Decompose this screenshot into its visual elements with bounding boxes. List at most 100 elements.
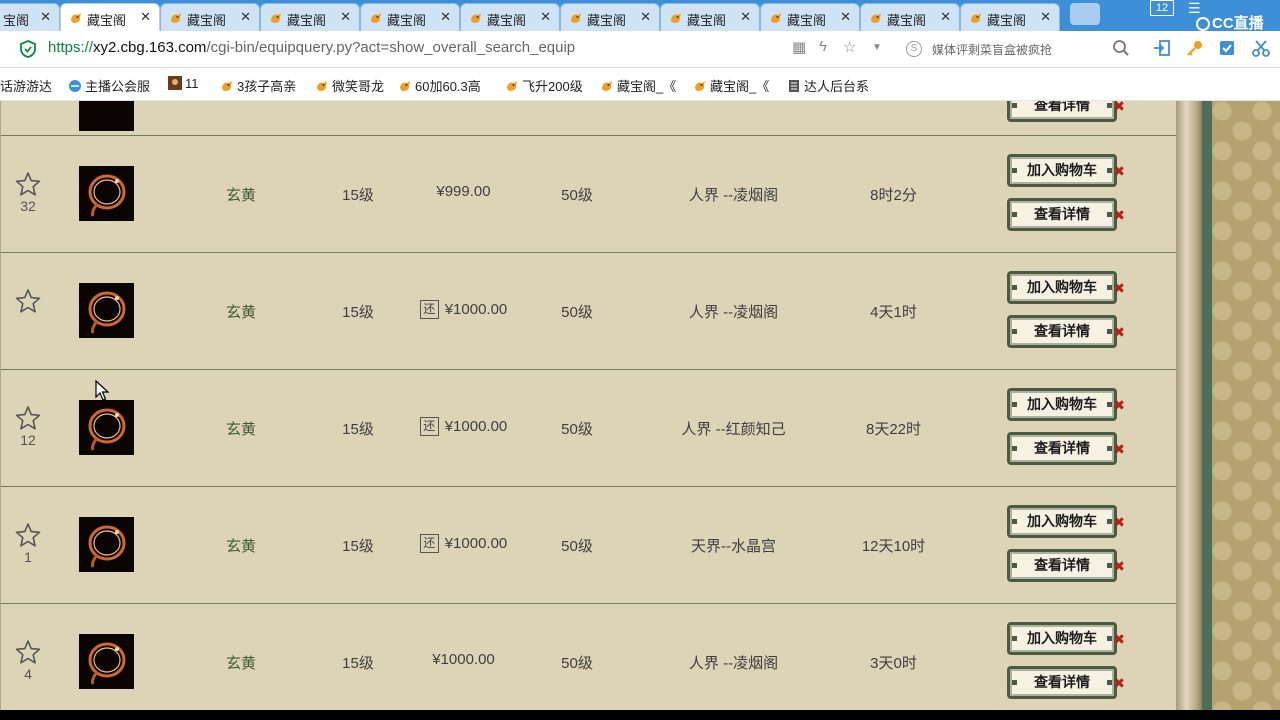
equipment-thumbnail[interactable] bbox=[79, 400, 134, 455]
ring-equipment-icon bbox=[88, 525, 126, 568]
bookmark-item[interactable]: 60加60.3高 bbox=[398, 76, 481, 95]
qr-code-icon[interactable]: ▦ bbox=[792, 38, 806, 56]
login-icon[interactable] bbox=[1153, 39, 1171, 57]
bookmark-item[interactable]: 主播公会服 bbox=[68, 76, 150, 95]
close-icon[interactable]: ✕ bbox=[340, 9, 351, 25]
tab-3[interactable]: 藏宝阁 ✕ bbox=[260, 3, 360, 31]
frame-pattern bbox=[1212, 101, 1280, 720]
new-tab-button[interactable] bbox=[1070, 3, 1100, 25]
close-icon[interactable]: ✕ bbox=[240, 9, 251, 25]
key-icon[interactable] bbox=[1186, 39, 1204, 57]
view-detail-button[interactable]: 查看详情 ✖ bbox=[1007, 315, 1125, 348]
bookmark-item[interactable]: 藏宝阁_《 bbox=[600, 76, 676, 95]
view-detail-label: 查看详情 bbox=[1034, 206, 1090, 222]
frame-band bbox=[1202, 101, 1212, 720]
equip-name[interactable]: 玄黄 bbox=[201, 535, 281, 556]
tab-favicon-icon bbox=[971, 13, 981, 23]
equipment-thumbnail[interactable] bbox=[79, 166, 134, 221]
bookmark-item[interactable]: 话游游达 bbox=[0, 76, 52, 95]
tab-4[interactable]: 藏宝阁 ✕ bbox=[360, 3, 460, 31]
tab-label: 藏宝阁 bbox=[487, 13, 527, 28]
tab-2[interactable]: 藏宝阁 ✕ bbox=[160, 3, 260, 31]
search-box[interactable]: S 媒体评剩菜盲盒被疯抢 bbox=[898, 36, 1140, 62]
close-icon[interactable]: ✕ bbox=[740, 9, 751, 25]
view-detail-button[interactable]: 查看详情 ✖ bbox=[1007, 432, 1125, 465]
view-detail-button[interactable]: 查看详情 ✖ bbox=[1007, 666, 1125, 699]
favorite-star-icon[interactable] bbox=[15, 288, 41, 314]
lightning-icon[interactable]: ϟ bbox=[819, 38, 827, 55]
url-field[interactable]: https://xy2.cbg.163.com/cgi-bin/equipque… bbox=[48, 39, 575, 56]
view-detail-button-partial[interactable]: 查看详情 ✖ bbox=[1007, 101, 1125, 122]
price-cell: ¥1000.00 bbox=[401, 651, 526, 668]
equipment-thumbnail[interactable] bbox=[79, 283, 134, 338]
tab-6[interactable]: 藏宝阁 ✕ bbox=[560, 3, 660, 31]
add-to-cart-button[interactable]: 加入购物车 ✖ bbox=[1007, 154, 1125, 187]
favorite-star-icon[interactable] bbox=[15, 639, 41, 665]
favorite-star-icon[interactable] bbox=[15, 522, 41, 548]
red-tassel-icon: ✖ bbox=[1113, 280, 1125, 296]
search-icon[interactable] bbox=[1112, 39, 1130, 57]
star-bookmark-icon[interactable]: ☆ bbox=[843, 38, 856, 56]
search-engine-icon[interactable]: S bbox=[906, 41, 922, 57]
cc-logo-text: CC直播 bbox=[1212, 15, 1264, 31]
tab-8[interactable]: 藏宝阁 ✕ bbox=[760, 3, 860, 31]
table-row: 12 玄黄 15级还 ¥1000.00 50级 人界 --红颜知己 8天22时 加入购物车 ✖ 查… bbox=[1, 369, 1177, 487]
equip-name[interactable]: 玄黄 bbox=[201, 184, 281, 205]
ring-equipment-icon bbox=[88, 408, 126, 451]
return-badge: 还 bbox=[419, 300, 439, 319]
equip-name[interactable]: 玄黄 bbox=[201, 418, 281, 439]
close-icon[interactable]: ✕ bbox=[640, 9, 651, 25]
tab-count-badge[interactable]: 12 bbox=[1150, 0, 1174, 16]
add-to-cart-button[interactable]: 加入购物车 ✖ bbox=[1007, 388, 1125, 421]
bookmark-item[interactable]: 飞升200级 bbox=[505, 76, 583, 95]
bookmark-item[interactable]: 微笑哥龙 bbox=[315, 76, 384, 95]
favorite-star-icon[interactable] bbox=[15, 171, 41, 197]
red-tassel-icon: ✖ bbox=[1113, 631, 1125, 647]
tab-9[interactable]: 藏宝阁 ✕ bbox=[860, 3, 960, 31]
ring-equipment-icon bbox=[88, 174, 126, 217]
view-detail-button[interactable]: 查看详情 ✖ bbox=[1007, 198, 1125, 231]
equip-level: 15级 bbox=[342, 187, 374, 204]
view-detail-label: 查看详情 bbox=[1034, 440, 1090, 456]
close-icon[interactable]: ✕ bbox=[140, 9, 151, 25]
tab-1[interactable]: 藏宝阁 ✕ bbox=[60, 3, 160, 31]
favorite-star-icon[interactable] bbox=[15, 405, 41, 431]
browser-globe-icon bbox=[69, 80, 81, 92]
tab-10[interactable]: 藏宝阁 ✕ bbox=[960, 3, 1060, 31]
price-value: ¥999.00 bbox=[436, 183, 491, 200]
tab-5[interactable]: 藏宝阁 ✕ bbox=[460, 3, 560, 31]
bookmark-item[interactable]: 达人后台系 bbox=[787, 76, 869, 95]
add-to-cart-button[interactable]: 加入购物车 ✖ bbox=[1007, 271, 1125, 304]
price-cell: 还 ¥1000.00 bbox=[401, 300, 526, 319]
view-detail-button[interactable]: 查看详情 ✖ bbox=[1007, 549, 1125, 582]
seller-grade: 50级 bbox=[561, 655, 593, 672]
tab-7[interactable]: 藏宝阁 ✕ bbox=[660, 3, 760, 31]
tab-label: 藏宝阁 bbox=[87, 13, 127, 28]
bookmark-item[interactable]: 11 bbox=[168, 76, 199, 91]
screenshot-icon[interactable] bbox=[1218, 39, 1236, 57]
tab-label: 藏宝阁 bbox=[687, 13, 727, 28]
close-icon[interactable]: ✕ bbox=[840, 9, 851, 25]
red-tassel-icon: ✖ bbox=[1113, 207, 1125, 223]
close-icon[interactable]: ✕ bbox=[940, 9, 951, 25]
close-icon[interactable]: ✕ bbox=[540, 9, 551, 25]
search-input[interactable]: 媒体评剩菜盲盒被疯抢 bbox=[932, 41, 1052, 58]
equipment-thumbnail[interactable] bbox=[79, 634, 134, 689]
red-tassel-icon: ✖ bbox=[1113, 558, 1125, 574]
table-row: 玄黄 15级 还 ¥1000.00 50级 人界 --凌烟阁 4天1时 加入购物车 ✖ 查看详情 ✖ bbox=[1, 252, 1177, 370]
chevron-down-icon[interactable]: ▼ bbox=[872, 42, 882, 53]
tab-0[interactable]: 宝阁 ✕ bbox=[0, 3, 60, 31]
add-to-cart-button[interactable]: 加入购物车 ✖ bbox=[1007, 622, 1125, 655]
equip-level: 15级 bbox=[342, 304, 374, 321]
bookmark-item[interactable]: 藏宝阁_《 bbox=[693, 76, 769, 95]
close-icon[interactable]: ✕ bbox=[1040, 9, 1051, 25]
bookmark-item[interactable]: 3孩子高亲 bbox=[220, 76, 296, 95]
add-to-cart-button[interactable]: 加入购物车 ✖ bbox=[1007, 505, 1125, 538]
scissors-icon[interactable] bbox=[1252, 39, 1270, 57]
equipment-thumbnail[interactable] bbox=[79, 517, 134, 572]
close-icon[interactable]: ✕ bbox=[440, 9, 451, 25]
equip-name[interactable]: 玄黄 bbox=[201, 652, 281, 673]
close-icon[interactable]: ✕ bbox=[40, 9, 51, 25]
equip-name[interactable]: 玄黄 bbox=[201, 301, 281, 322]
price-cell: ¥999.00 bbox=[401, 183, 526, 200]
